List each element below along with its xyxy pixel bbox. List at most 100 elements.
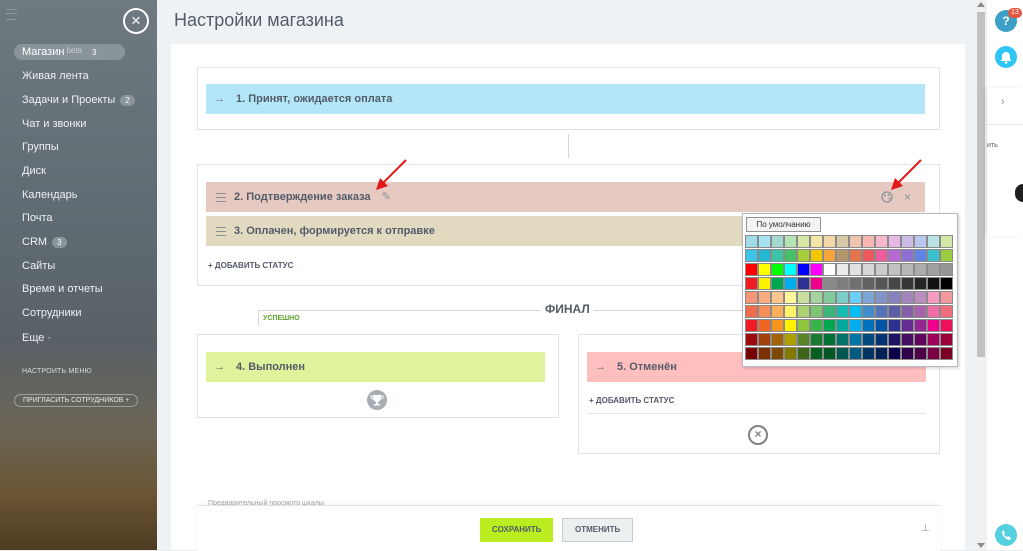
color-swatch[interactable] xyxy=(888,235,901,248)
color-swatch[interactable] xyxy=(823,333,836,346)
color-swatch[interactable] xyxy=(771,249,784,262)
color-swatch[interactable] xyxy=(927,277,940,290)
sidebar-item-mail[interactable]: Почта xyxy=(22,212,53,224)
color-swatch[interactable] xyxy=(771,319,784,332)
color-swatch[interactable] xyxy=(797,263,810,276)
color-swatch[interactable] xyxy=(745,263,758,276)
color-swatch[interactable] xyxy=(849,347,862,360)
color-swatch[interactable] xyxy=(914,277,927,290)
sidebar-item-groups[interactable]: Группы xyxy=(22,141,59,153)
color-swatch[interactable] xyxy=(927,263,940,276)
page-scrollbar[interactable] xyxy=(975,0,987,550)
configure-menu-link[interactable]: НАСТРОИТЬ МЕНЮ xyxy=(22,368,92,375)
color-swatch[interactable] xyxy=(797,305,810,318)
color-swatch[interactable] xyxy=(862,291,875,304)
invite-employees-button[interactable]: ПРИГЛАСИТЬ СОТРУДНИКОВ + xyxy=(14,394,139,407)
color-swatch[interactable] xyxy=(875,333,888,346)
color-swatch[interactable] xyxy=(758,305,771,318)
color-swatch[interactable] xyxy=(771,291,784,304)
color-swatch[interactable] xyxy=(940,305,953,318)
color-swatch[interactable] xyxy=(901,263,914,276)
color-swatch[interactable] xyxy=(914,235,927,248)
color-swatch[interactable] xyxy=(849,263,862,276)
color-swatch[interactable] xyxy=(875,347,888,360)
color-swatch[interactable] xyxy=(875,319,888,332)
add-status-link[interactable]: + ДОБАВИТЬ СТАТУС xyxy=(208,261,293,270)
color-swatch[interactable] xyxy=(914,291,927,304)
color-swatch[interactable] xyxy=(901,347,914,360)
color-swatch[interactable] xyxy=(797,319,810,332)
color-swatch[interactable] xyxy=(797,235,810,248)
color-swatch[interactable] xyxy=(901,291,914,304)
sidebar-item-more[interactable]: Еще · xyxy=(22,332,51,344)
color-swatch[interactable] xyxy=(940,319,953,332)
color-swatch[interactable] xyxy=(745,319,758,332)
color-swatch[interactable] xyxy=(875,277,888,290)
color-swatch[interactable] xyxy=(849,333,862,346)
color-swatch[interactable] xyxy=(940,277,953,290)
color-swatch[interactable] xyxy=(849,249,862,262)
color-swatch[interactable] xyxy=(836,249,849,262)
color-swatch[interactable] xyxy=(927,347,940,360)
color-swatch[interactable] xyxy=(888,347,901,360)
color-swatch[interactable] xyxy=(784,263,797,276)
color-swatch[interactable] xyxy=(940,235,953,248)
status-row-4[interactable]: → 4. Выполнен xyxy=(206,352,545,382)
color-swatch[interactable] xyxy=(823,249,836,262)
color-swatch[interactable] xyxy=(784,249,797,262)
color-swatch[interactable] xyxy=(810,333,823,346)
color-swatch[interactable] xyxy=(784,277,797,290)
color-swatch[interactable] xyxy=(784,319,797,332)
color-swatch[interactable] xyxy=(745,347,758,360)
scrollbar-thumb[interactable] xyxy=(977,12,985,357)
color-swatch[interactable] xyxy=(797,249,810,262)
color-swatch[interactable] xyxy=(758,333,771,346)
color-swatch[interactable] xyxy=(810,235,823,248)
color-swatch[interactable] xyxy=(758,235,771,248)
add-status-link-failure[interactable]: + ДОБАВИТЬ СТАТУС xyxy=(589,396,674,405)
color-swatch[interactable] xyxy=(810,305,823,318)
color-swatch[interactable] xyxy=(745,235,758,248)
color-swatch[interactable] xyxy=(849,319,862,332)
drag-handle-icon[interactable] xyxy=(216,192,226,202)
color-swatch[interactable] xyxy=(914,347,927,360)
color-swatch[interactable] xyxy=(823,263,836,276)
save-button[interactable]: СОХРАНИТЬ xyxy=(480,518,554,542)
color-swatch[interactable] xyxy=(758,263,771,276)
color-swatch[interactable] xyxy=(862,333,875,346)
color-swatch[interactable] xyxy=(888,305,901,318)
color-swatch[interactable] xyxy=(862,277,875,290)
color-swatch[interactable] xyxy=(771,347,784,360)
color-swatch[interactable] xyxy=(862,249,875,262)
color-swatch[interactable] xyxy=(810,319,823,332)
color-swatch[interactable] xyxy=(836,277,849,290)
status-row-1[interactable]: → 1. Принят, ожидается оплата xyxy=(206,84,925,114)
color-swatch[interactable] xyxy=(849,235,862,248)
color-swatch[interactable] xyxy=(836,263,849,276)
color-swatch[interactable] xyxy=(758,249,771,262)
color-swatch[interactable] xyxy=(914,333,927,346)
color-swatch[interactable] xyxy=(836,347,849,360)
color-swatch[interactable] xyxy=(810,291,823,304)
sidebar-item-chat[interactable]: Чат и звонки xyxy=(22,118,86,130)
sidebar-item-sites[interactable]: Сайты xyxy=(22,260,55,272)
sidebar-item-crm[interactable]: CRM 3 xyxy=(22,236,67,248)
close-icon[interactable]: × xyxy=(123,8,149,34)
color-swatch[interactable] xyxy=(771,333,784,346)
color-swatch[interactable] xyxy=(758,319,771,332)
color-swatch[interactable] xyxy=(875,305,888,318)
color-swatch[interactable] xyxy=(836,305,849,318)
color-swatch[interactable] xyxy=(901,319,914,332)
color-swatch[interactable] xyxy=(901,305,914,318)
color-swatch[interactable] xyxy=(888,249,901,262)
color-swatch[interactable] xyxy=(901,249,914,262)
menu-icon[interactable] xyxy=(6,9,17,20)
color-swatch[interactable] xyxy=(758,347,771,360)
sidebar-item-tasks[interactable]: Задачи и Проекты 2 xyxy=(22,94,135,106)
color-swatch[interactable] xyxy=(927,235,940,248)
color-swatch[interactable] xyxy=(901,235,914,248)
color-swatch[interactable] xyxy=(745,291,758,304)
color-swatch[interactable] xyxy=(810,277,823,290)
color-swatch[interactable] xyxy=(797,277,810,290)
color-swatch[interactable] xyxy=(875,263,888,276)
